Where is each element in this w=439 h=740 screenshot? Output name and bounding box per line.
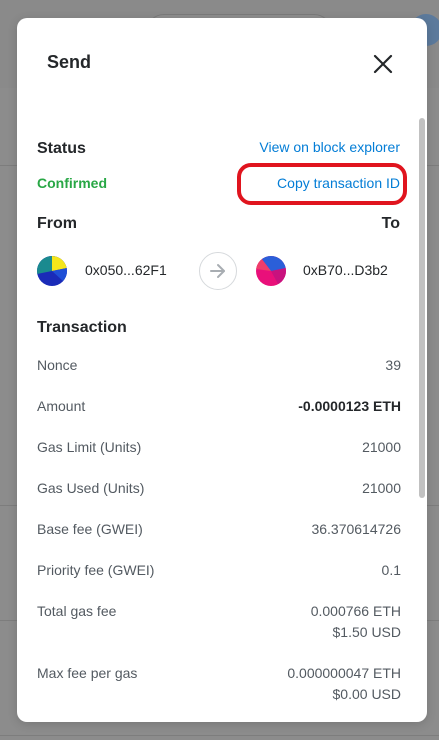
direction-indicator: [199, 252, 237, 290]
row-label: Gas Limit (Units): [37, 439, 142, 455]
row-label: Priority fee (GWEI): [37, 562, 155, 578]
row-label: Base fee (GWEI): [37, 521, 143, 537]
to-account-avatar: [256, 256, 286, 286]
to-address[interactable]: 0xB70...D3b2: [303, 262, 388, 278]
from-account-avatar: [37, 256, 67, 286]
status-heading: Status: [37, 140, 86, 157]
usd-amount: $0.00 USD: [332, 686, 401, 702]
copy-transaction-id-link[interactable]: Copy transaction ID: [277, 175, 400, 191]
view-on-block-explorer-link[interactable]: View on block explorer: [259, 139, 400, 155]
eth-amount: 0.000766 ETH: [310, 603, 401, 619]
row-value: 36.370614726: [311, 521, 401, 537]
status-badge: Confirmed: [37, 175, 107, 191]
usd-amount: $1.50 USD: [332, 624, 401, 640]
modal-title: Send: [47, 52, 92, 72]
arrow-right-icon: [210, 264, 225, 278]
row-label: Total gas fee: [37, 603, 117, 619]
row-label: Gas Used (Units): [37, 480, 145, 496]
scrollbar[interactable]: [419, 118, 425, 718]
address-row: 0x050...62F1 0xB70...D3b2: [37, 250, 407, 290]
background-divider: [0, 735, 439, 736]
from-address[interactable]: 0x050...62F1: [85, 262, 167, 278]
row-value: 21000: [362, 439, 401, 455]
row-label: Amount: [37, 398, 86, 414]
from-label: From: [37, 215, 77, 232]
row-label: Nonce: [37, 357, 78, 373]
to-label: To: [381, 215, 400, 232]
transaction-details-modal: Send Status View on block explorer Confi…: [17, 18, 427, 722]
row-value: 21000: [362, 480, 401, 496]
scrollbar-thumb[interactable]: [419, 118, 425, 498]
row-value: 39: [385, 357, 401, 373]
row-value: 0.000000047 ETH $0.00 USD: [287, 663, 401, 705]
row-value: 0.000766 ETH $1.50 USD: [311, 601, 401, 643]
row-value: 0.1: [381, 562, 401, 578]
row-label: Max fee per gas: [37, 665, 138, 681]
close-button[interactable]: [367, 48, 399, 80]
row-value: -0.0000123 ETH: [298, 398, 401, 414]
close-icon: [373, 54, 393, 74]
eth-amount: 0.000000047 ETH: [287, 665, 401, 681]
transaction-heading: Transaction: [37, 319, 127, 336]
